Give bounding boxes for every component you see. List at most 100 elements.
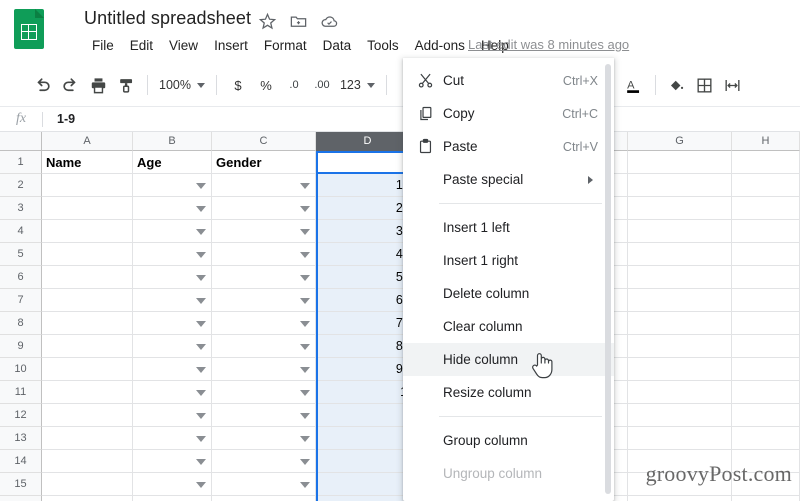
- cell-dropdown-arrow-icon[interactable]: [300, 390, 310, 396]
- star-icon[interactable]: [258, 12, 277, 31]
- context-menu-scrollbar[interactable]: [605, 64, 611, 494]
- cell-dropdown-arrow-icon[interactable]: [300, 321, 310, 327]
- cell-c16[interactable]: [212, 496, 316, 501]
- ctx-paste-special[interactable]: Paste special: [403, 163, 614, 196]
- cell-dropdown-arrow-icon[interactable]: [300, 275, 310, 281]
- cell-dropdown-arrow-icon[interactable]: [196, 229, 206, 235]
- cell-h11[interactable]: [732, 381, 800, 404]
- row-header-13[interactable]: 13: [0, 427, 42, 450]
- ctx-clear-column[interactable]: Clear column: [403, 310, 614, 343]
- borders-icon[interactable]: [691, 71, 719, 99]
- menu-addons[interactable]: Add-ons: [407, 36, 473, 55]
- cell-g10[interactable]: [628, 358, 732, 381]
- cell-g1[interactable]: [628, 151, 732, 174]
- cell-dropdown-arrow-icon[interactable]: [196, 321, 206, 327]
- cell-h13[interactable]: [732, 427, 800, 450]
- paint-format-icon[interactable]: [112, 71, 140, 99]
- undo-icon[interactable]: [28, 71, 56, 99]
- sheets-logo-icon[interactable]: [14, 9, 44, 49]
- row-header-10[interactable]: 10: [0, 358, 42, 381]
- cell-h12[interactable]: [732, 404, 800, 427]
- row-header-11[interactable]: 11: [0, 381, 42, 404]
- currency-format-button[interactable]: $: [224, 71, 252, 99]
- cloud-saved-icon[interactable]: [320, 12, 339, 31]
- cell-dropdown-arrow-icon[interactable]: [300, 367, 310, 373]
- cell-a13[interactable]: [42, 427, 133, 450]
- menu-data[interactable]: Data: [315, 36, 360, 55]
- cell-dropdown-arrow-icon[interactable]: [196, 252, 206, 258]
- row-header-16[interactable]: 16: [0, 496, 42, 501]
- cell-a16[interactable]: [42, 496, 133, 501]
- menu-view[interactable]: View: [161, 36, 206, 55]
- cell-a5[interactable]: [42, 243, 133, 266]
- cell-g11[interactable]: [628, 381, 732, 404]
- cell-h5[interactable]: [732, 243, 800, 266]
- cell-g12[interactable]: [628, 404, 732, 427]
- redo-icon[interactable]: [56, 71, 84, 99]
- cell-dropdown-arrow-icon[interactable]: [300, 482, 310, 488]
- cell-h6[interactable]: [732, 266, 800, 289]
- cell-h1[interactable]: [732, 151, 800, 174]
- cell-a15[interactable]: [42, 473, 133, 496]
- cell-a3[interactable]: [42, 197, 133, 220]
- cell-g16[interactable]: [628, 496, 732, 501]
- column-header-a[interactable]: A: [42, 132, 133, 151]
- ctx-insert-left[interactable]: Insert 1 left: [403, 211, 614, 244]
- cell-h8[interactable]: [732, 312, 800, 335]
- cell-a11[interactable]: [42, 381, 133, 404]
- row-header-5[interactable]: 5: [0, 243, 42, 266]
- cell-dropdown-arrow-icon[interactable]: [196, 436, 206, 442]
- cell-b1[interactable]: Age: [133, 151, 212, 174]
- cell-dropdown-arrow-icon[interactable]: [196, 183, 206, 189]
- cell-dropdown-arrow-icon[interactable]: [196, 298, 206, 304]
- cell-dropdown-arrow-icon[interactable]: [196, 367, 206, 373]
- cell-h10[interactable]: [732, 358, 800, 381]
- cell-g7[interactable]: [628, 289, 732, 312]
- cell-dropdown-arrow-icon[interactable]: [196, 344, 206, 350]
- cell-c1[interactable]: Gender: [212, 151, 316, 174]
- row-header-1[interactable]: 1: [0, 151, 42, 174]
- cell-b16[interactable]: [133, 496, 212, 501]
- cell-g2[interactable]: [628, 174, 732, 197]
- menu-file[interactable]: File: [84, 36, 122, 55]
- cell-h9[interactable]: [732, 335, 800, 358]
- cell-g8[interactable]: [628, 312, 732, 335]
- cell-a9[interactable]: [42, 335, 133, 358]
- cell-dropdown-arrow-icon[interactable]: [300, 436, 310, 442]
- zoom-selector[interactable]: 100%: [155, 78, 209, 92]
- cell-a14[interactable]: [42, 450, 133, 473]
- row-header-8[interactable]: 8: [0, 312, 42, 335]
- cell-g6[interactable]: [628, 266, 732, 289]
- print-icon[interactable]: [84, 71, 112, 99]
- cell-a12[interactable]: [42, 404, 133, 427]
- ctx-delete-column[interactable]: Delete column: [403, 277, 614, 310]
- move-to-folder-icon[interactable]: [289, 12, 308, 31]
- row-header-9[interactable]: 9: [0, 335, 42, 358]
- cell-dropdown-arrow-icon[interactable]: [196, 275, 206, 281]
- cell-dropdown-arrow-icon[interactable]: [196, 390, 206, 396]
- cell-g5[interactable]: [628, 243, 732, 266]
- cell-dropdown-arrow-icon[interactable]: [196, 413, 206, 419]
- cell-dropdown-arrow-icon[interactable]: [300, 229, 310, 235]
- cell-h3[interactable]: [732, 197, 800, 220]
- ctx-hide-column[interactable]: Hide column: [403, 343, 614, 376]
- menu-tools[interactable]: Tools: [359, 36, 407, 55]
- row-header-14[interactable]: 14: [0, 450, 42, 473]
- cell-h2[interactable]: [732, 174, 800, 197]
- cell-dropdown-arrow-icon[interactable]: [196, 206, 206, 212]
- row-header-15[interactable]: 15: [0, 473, 42, 496]
- row-header-12[interactable]: 12: [0, 404, 42, 427]
- cell-a10[interactable]: [42, 358, 133, 381]
- cell-h7[interactable]: [732, 289, 800, 312]
- cell-g3[interactable]: [628, 197, 732, 220]
- cell-dropdown-arrow-icon[interactable]: [300, 183, 310, 189]
- increase-decimal-button[interactable]: .00: [308, 71, 336, 99]
- ctx-paste[interactable]: Paste Ctrl+V: [403, 130, 614, 163]
- ctx-resize-column[interactable]: Resize column: [403, 376, 614, 409]
- menu-insert[interactable]: Insert: [206, 36, 256, 55]
- cell-g13[interactable]: [628, 427, 732, 450]
- merge-cells-icon[interactable]: [719, 71, 747, 99]
- cell-a8[interactable]: [42, 312, 133, 335]
- cell-dropdown-arrow-icon[interactable]: [300, 413, 310, 419]
- row-header-3[interactable]: 3: [0, 197, 42, 220]
